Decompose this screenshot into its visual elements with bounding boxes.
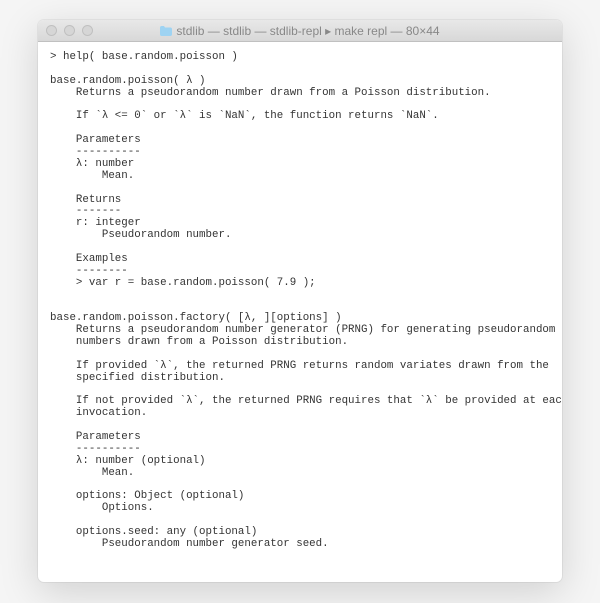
doc2-params-underline: ---------- bbox=[76, 443, 141, 455]
window-title: stdlib — stdlib — stdlib-repl ▸ make rep… bbox=[38, 24, 562, 38]
minimize-icon[interactable] bbox=[64, 25, 75, 36]
doc1-param1-desc: Mean. bbox=[102, 170, 134, 182]
doc1-desc: Returns a pseudorandom number drawn from… bbox=[76, 87, 491, 99]
zoom-icon[interactable] bbox=[82, 25, 93, 36]
doc2-sig: base.random.poisson.factory( [λ, ][optio… bbox=[50, 312, 342, 324]
doc1-example-line: > var r = base.random.poisson( 7.9 ); bbox=[76, 277, 316, 289]
close-icon[interactable] bbox=[46, 25, 57, 36]
titlebar[interactable]: stdlib — stdlib — stdlib-repl ▸ make rep… bbox=[38, 20, 562, 42]
doc2-desc1: Returns a pseudorandom number generator … bbox=[76, 324, 555, 336]
terminal-window: stdlib — stdlib — stdlib-repl ▸ make rep… bbox=[38, 20, 562, 582]
doc2-note1b: specified distribution. bbox=[76, 372, 225, 384]
doc2-param3-name: options.seed: any (optional) bbox=[76, 526, 257, 538]
doc2-param3-desc: Pseudorandom number generator seed. bbox=[102, 538, 329, 550]
doc2-note2a: If not provided `λ`, the returned PRNG r… bbox=[76, 395, 562, 407]
doc1-examples-header: Examples bbox=[76, 253, 128, 265]
command: help( base.random.poisson ) bbox=[63, 51, 238, 63]
doc2-params-header: Parameters bbox=[76, 431, 141, 443]
doc1-sig: base.random.poisson( λ ) bbox=[50, 75, 206, 87]
folder-icon bbox=[160, 26, 172, 36]
doc1-examples-underline: -------- bbox=[76, 265, 128, 277]
prompt: > bbox=[50, 51, 63, 63]
doc2-note2b: invocation. bbox=[76, 407, 147, 419]
window-title-text: stdlib — stdlib — stdlib-repl ▸ make rep… bbox=[176, 24, 439, 38]
doc1-params-header: Parameters bbox=[76, 134, 141, 146]
doc2-param1-name: λ: number (optional) bbox=[76, 455, 206, 467]
doc1-param1-name: λ: number bbox=[76, 158, 134, 170]
doc1-note: If `λ <= 0` or `λ` is `NaN`, the functio… bbox=[76, 110, 439, 122]
doc2-note1a: If provided `λ`, the returned PRNG retur… bbox=[76, 360, 549, 372]
doc1-returns-underline: ------- bbox=[76, 205, 121, 217]
doc1-params-underline: ---------- bbox=[76, 146, 141, 158]
doc1-returns-header: Returns bbox=[76, 194, 121, 206]
doc2-param1-desc: Mean. bbox=[102, 467, 134, 479]
doc2-param2-desc: Options. bbox=[102, 502, 154, 514]
terminal-output[interactable]: > help( base.random.poisson ) base.rando… bbox=[38, 42, 562, 582]
traffic-lights bbox=[46, 25, 93, 36]
doc1-return-name: r: integer bbox=[76, 217, 141, 229]
doc2-desc2: numbers drawn from a Poisson distributio… bbox=[76, 336, 348, 348]
doc2-param2-name: options: Object (optional) bbox=[76, 490, 244, 502]
doc1-return-desc: Pseudorandom number. bbox=[102, 229, 232, 241]
